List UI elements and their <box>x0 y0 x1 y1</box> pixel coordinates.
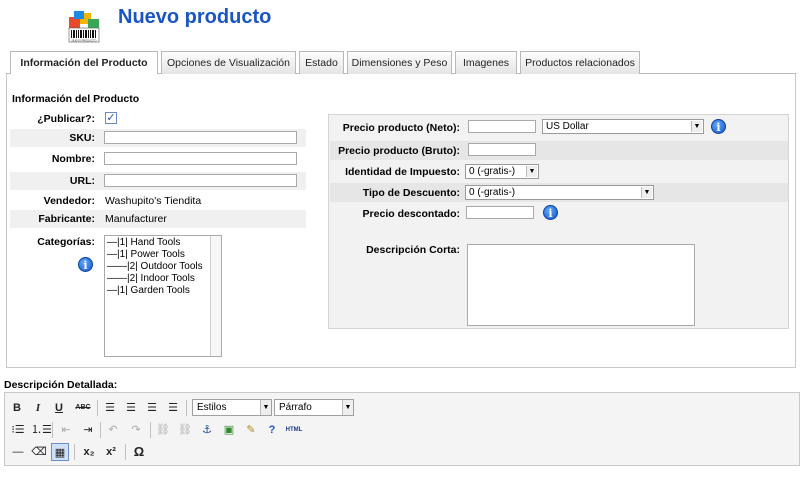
format-value: Párrafo <box>279 402 312 413</box>
short-desc-textarea[interactable] <box>467 244 695 326</box>
page-header: NUEVO PRODUCTO Nuevo producto <box>0 0 800 46</box>
toolbar-separator <box>100 422 101 438</box>
sku-input[interactable] <box>104 131 297 144</box>
price-info-icon[interactable]: i <box>711 119 726 134</box>
tab-bar: Información del Producto Opciones de Vis… <box>6 51 796 75</box>
editor-content-area[interactable] <box>4 465 800 483</box>
tab-display-options[interactable]: Opciones de Visualización <box>161 51 296 74</box>
align-center-icon[interactable]: ☰ <box>123 399 139 417</box>
discounted-price-label: Precio descontado: <box>362 208 460 220</box>
name-label: Nombre: <box>51 153 95 165</box>
numbered-list-icon[interactable]: ⒈☰ <box>31 421 52 439</box>
underline-button[interactable]: U <box>52 399 66 417</box>
gross-price-input[interactable] <box>468 143 536 156</box>
format-select[interactable]: Párrafo ▼ <box>274 399 354 416</box>
list-item[interactable]: ——|2| Outdoor Tools <box>107 261 209 273</box>
subscript-button[interactable]: x₂ <box>80 443 98 461</box>
detailed-desc-label: Descripción Detallada: <box>4 379 118 391</box>
anchor-icon[interactable]: ⚓ <box>199 421 215 439</box>
short-desc-label: Descripción Corta: <box>366 244 460 256</box>
discount-type-select[interactable]: 0 (-gratis-) ▼ <box>465 185 654 200</box>
image-icon[interactable]: ▣ <box>221 421 237 439</box>
publish-label: ¿Publicar?: <box>37 113 95 125</box>
chevron-down-icon: ▼ <box>641 187 652 198</box>
tab-images[interactable]: Imagenes <box>455 51 517 74</box>
section-title: Información del Producto <box>12 93 140 105</box>
net-price-input[interactable] <box>468 120 536 133</box>
strikethrough-button[interactable]: ABC <box>72 399 94 417</box>
product-box-barcode-icon: NUEVO PRODUCTO <box>66 8 102 44</box>
manufacturer-label: Fabricante: <box>38 213 95 225</box>
chevron-down-icon: ▼ <box>342 400 353 415</box>
styles-value: Estilos <box>197 402 227 413</box>
list-item[interactable]: —|1| Hand Tools <box>107 237 209 249</box>
categories-info-icon[interactable]: i <box>78 257 93 272</box>
url-input[interactable] <box>104 174 297 187</box>
cleanup-brush-icon[interactable]: ✎ <box>243 421 259 439</box>
page-title: Nuevo producto <box>118 6 272 28</box>
toolbar-separator <box>150 422 151 438</box>
chevron-down-icon: ▼ <box>260 400 271 415</box>
tax-label: Identidad de Impuesto: <box>345 166 460 178</box>
list-item[interactable]: —|1| Garden Tools <box>107 285 209 297</box>
bullet-list-icon[interactable]: ⁝☰ <box>10 421 26 439</box>
tab-product-info[interactable]: Información del Producto <box>10 51 158 75</box>
redo-icon[interactable]: ↷ <box>128 421 144 439</box>
toolbar-separator <box>97 400 98 416</box>
tab-dimensions-weight[interactable]: Dimensiones y Peso <box>347 51 452 74</box>
special-character-button[interactable]: Ω <box>130 443 148 461</box>
visual-aid-icon[interactable]: ▦ <box>51 443 69 461</box>
indent-icon[interactable]: ⇥ <box>80 421 96 439</box>
align-justify-icon[interactable]: ☰ <box>165 399 181 417</box>
url-label: URL: <box>69 175 95 187</box>
discount-type-label: Tipo de Descuento: <box>362 187 460 199</box>
italic-button[interactable]: I <box>31 399 45 417</box>
currency-select[interactable]: US Dollar ▼ <box>542 119 704 134</box>
net-price-label: Precio producto (Neto): <box>342 122 460 134</box>
tax-value: 0 (-gratis-) <box>469 166 516 177</box>
vendor-label: Vendedor: <box>43 195 95 207</box>
list-item[interactable]: ——|2| Indoor Tools <box>107 273 209 285</box>
currency-value: US Dollar <box>546 121 589 132</box>
list-item[interactable]: —|1| Power Tools <box>107 249 209 261</box>
svg-text:NUEVO PRODUCTO: NUEVO PRODUCTO <box>72 39 97 43</box>
name-input[interactable] <box>104 152 297 165</box>
superscript-button[interactable]: x² <box>102 443 120 461</box>
tax-select[interactable]: 0 (-gratis-) ▼ <box>465 164 539 179</box>
tab-related-products[interactable]: Productos relacionados <box>520 51 640 74</box>
outdent-icon[interactable]: ⇤ <box>58 421 74 439</box>
toolbar-separator <box>74 444 75 460</box>
horizontal-rule-icon[interactable]: — <box>10 443 26 461</box>
gross-price-label: Precio producto (Bruto): <box>338 145 460 157</box>
undo-icon[interactable]: ↶ <box>105 421 121 439</box>
styles-select[interactable]: Estilos ▼ <box>192 399 272 416</box>
sku-label: SKU: <box>69 132 95 144</box>
toolbar-separator <box>186 400 187 416</box>
discounted-price-input[interactable] <box>466 206 534 219</box>
vendor-value: Washupito's Tiendita <box>105 195 202 207</box>
align-right-icon[interactable]: ☰ <box>144 399 160 417</box>
chevron-down-icon: ▼ <box>526 166 537 177</box>
html-source-button[interactable]: HTML <box>284 421 304 439</box>
bold-button[interactable]: B <box>10 399 24 417</box>
publish-checkbox[interactable]: ✓ <box>105 112 117 124</box>
manufacturer-value: Manufacturer <box>105 213 167 225</box>
link-icon[interactable]: ⛓ <box>155 421 171 439</box>
align-left-icon[interactable]: ☰ <box>102 399 118 417</box>
unlink-icon[interactable]: ⛓ <box>177 421 193 439</box>
chevron-down-icon: ▼ <box>691 121 702 132</box>
categories-listbox[interactable]: —|1| Hand Tools —|1| Power Tools ——|2| O… <box>104 235 222 357</box>
discount-info-icon[interactable]: i <box>543 205 558 220</box>
categories-label: Categorías: <box>37 236 95 248</box>
discount-type-value: 0 (-gratis-) <box>469 187 516 198</box>
listbox-scrollbar[interactable] <box>210 236 221 356</box>
help-icon[interactable]: ? <box>264 421 280 439</box>
toolbar-separator <box>52 422 53 438</box>
eraser-icon[interactable]: ⌫ <box>31 443 47 461</box>
toolbar-separator <box>125 444 126 460</box>
tab-status[interactable]: Estado <box>299 51 344 74</box>
